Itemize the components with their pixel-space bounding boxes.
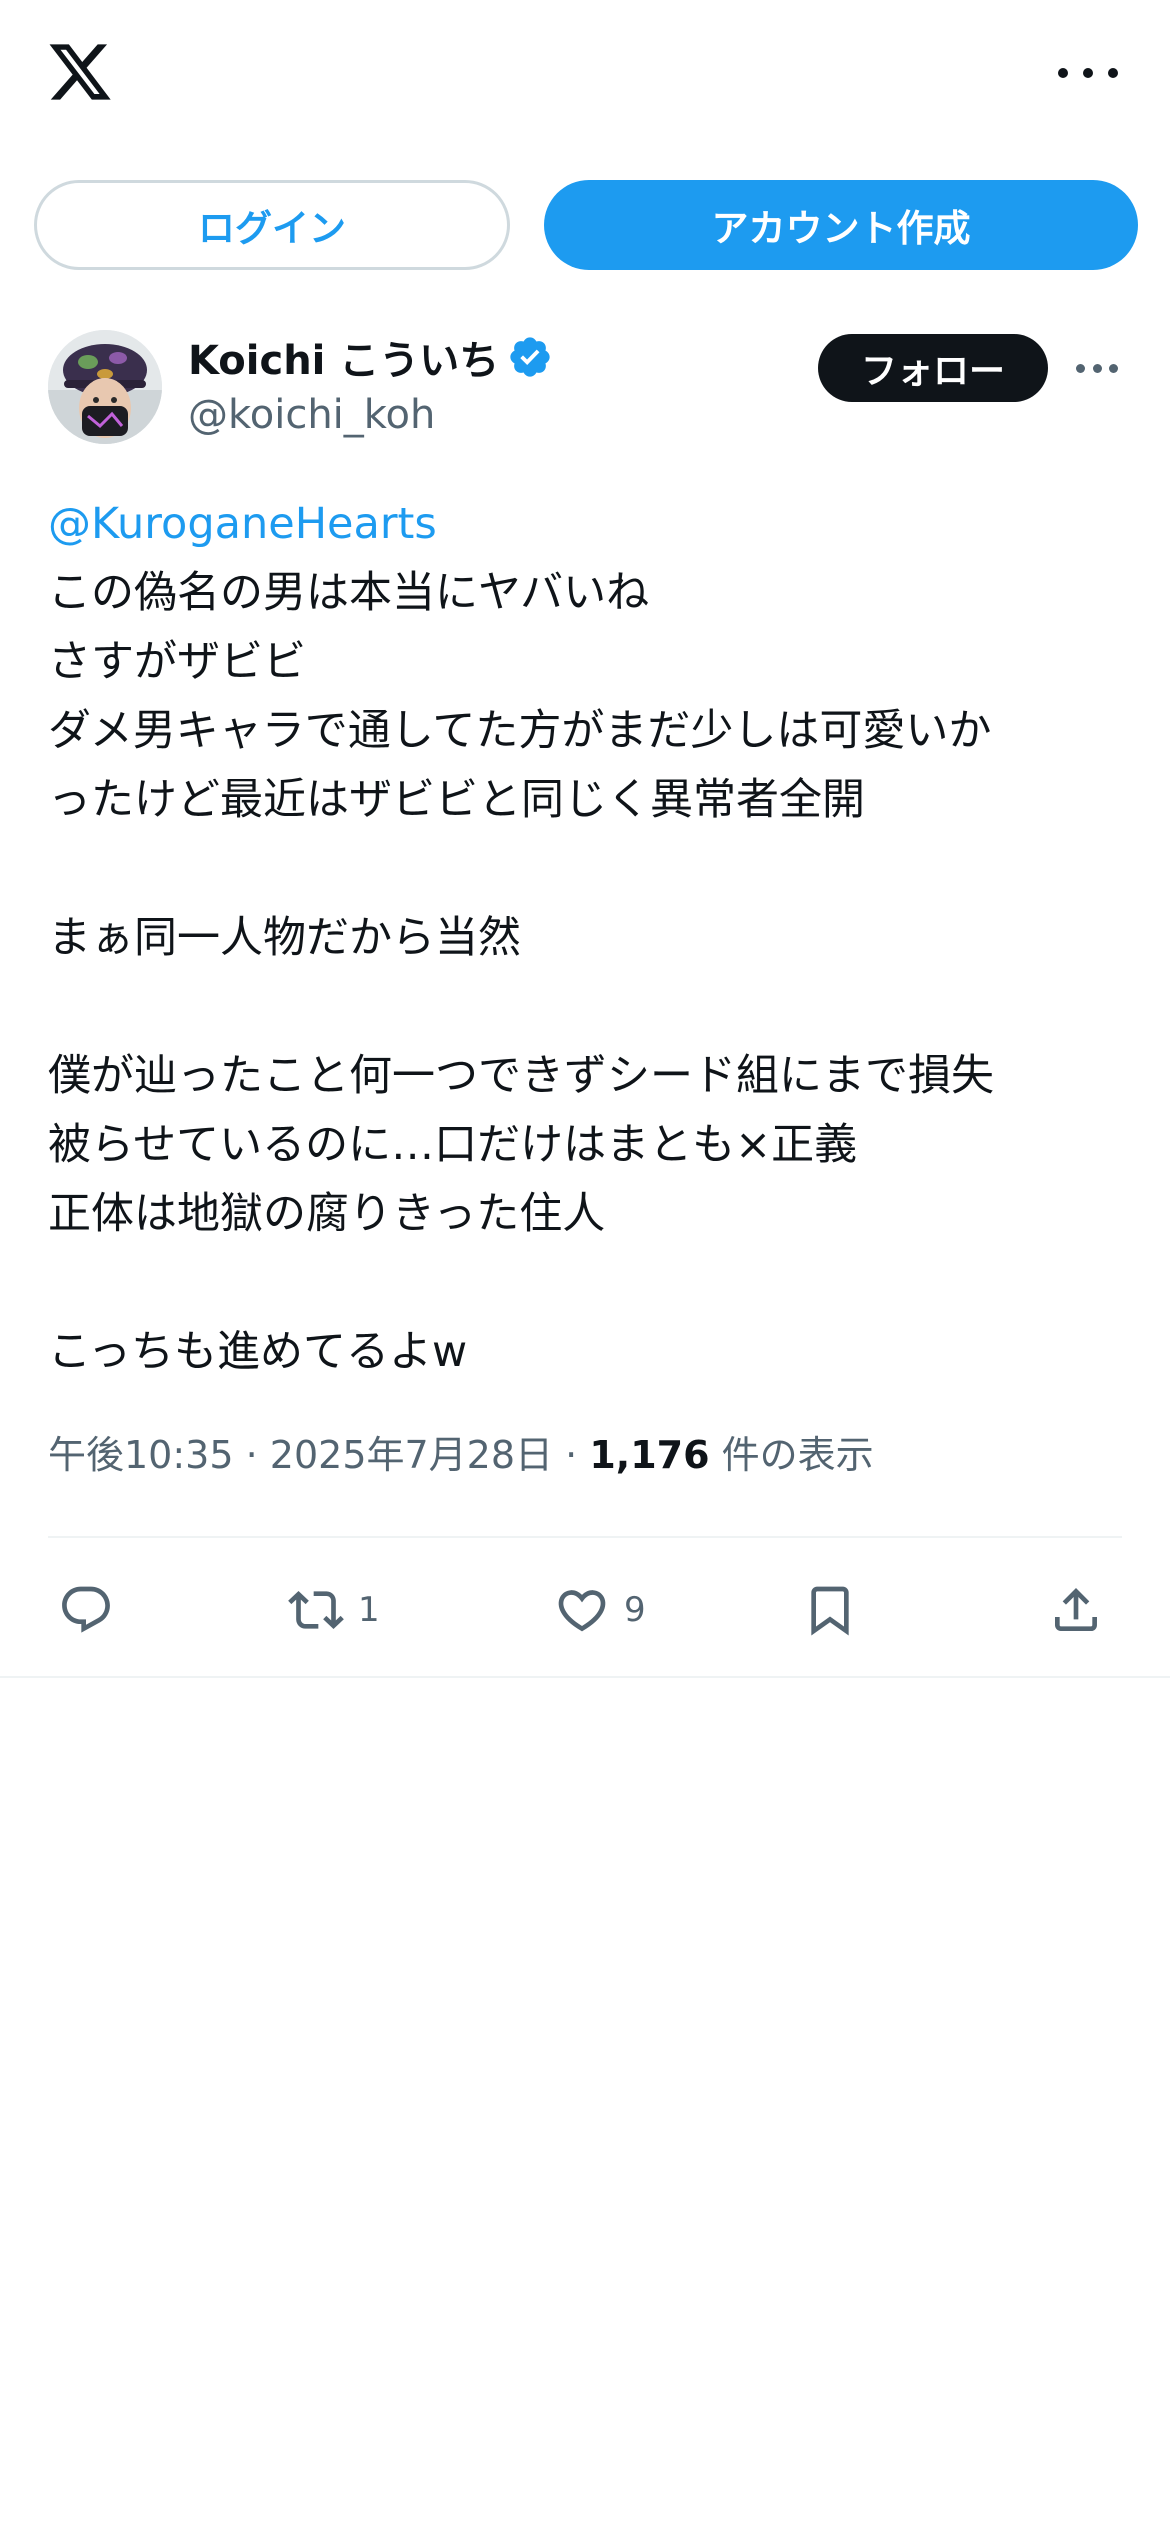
user-handle[interactable]: @koichi_koh: [188, 392, 553, 438]
x-logo-icon[interactable]: [46, 38, 114, 106]
meta-separator: ·: [245, 1433, 258, 1477]
verified-badge-icon: [510, 337, 550, 377]
author-info[interactable]: Koichi こういち @koichi_koh: [188, 328, 553, 438]
divider: [0, 1676, 1170, 1678]
follow-button[interactable]: フォロー: [818, 334, 1048, 402]
retweet-count: 1: [358, 1590, 380, 1630]
login-button[interactable]: ログイン: [34, 180, 510, 270]
more-horizontal-icon[interactable]: [1058, 58, 1118, 88]
tweet-date[interactable]: 2025年7月28日: [270, 1433, 553, 1477]
share-icon: [1055, 1588, 1097, 1631]
like-button[interactable]: 9: [554, 1560, 646, 1660]
retweet-button[interactable]: 1: [288, 1560, 380, 1660]
avatar[interactable]: [48, 330, 162, 444]
divider: [48, 1536, 1122, 1538]
signup-button[interactable]: アカウント作成: [544, 180, 1138, 270]
tweet-text: @KuroganeHearts この偽名の男は本当にヤバいね さすがザビビ ダメ…: [48, 490, 1128, 1387]
action-bar: 1 9: [48, 1560, 1122, 1660]
reply-icon: [62, 1586, 110, 1633]
reply-button[interactable]: [58, 1560, 114, 1660]
display-name[interactable]: Koichi こういち: [188, 328, 499, 386]
bookmark-icon: [811, 1586, 849, 1636]
auth-buttons: ログイン アカウント作成: [34, 180, 1138, 270]
mention-link[interactable]: @KuroganeHearts: [48, 499, 437, 549]
heart-icon: [558, 1590, 606, 1632]
share-button[interactable]: [1048, 1560, 1104, 1660]
like-count: 9: [624, 1590, 646, 1630]
retweet-icon: [288, 1591, 344, 1629]
views-count: 1,176: [589, 1433, 710, 1477]
top-bar: [0, 0, 1170, 150]
tweet-more-icon[interactable]: [1076, 358, 1118, 378]
meta-separator: ·: [565, 1433, 578, 1477]
views-label: 件の表示: [721, 1433, 874, 1477]
bookmark-button[interactable]: [802, 1560, 858, 1660]
avatar-image: [48, 330, 162, 444]
tweet-meta: 午後10:35 · 2025年7月28日 · 1,176 件の表示: [48, 1424, 874, 1479]
tweet-body: この偽名の男は本当にヤバいね さすがザビビ ダメ男キャラで通してた方がまだ少しは…: [48, 568, 994, 1377]
tweet-time[interactable]: 午後10:35: [48, 1433, 234, 1477]
